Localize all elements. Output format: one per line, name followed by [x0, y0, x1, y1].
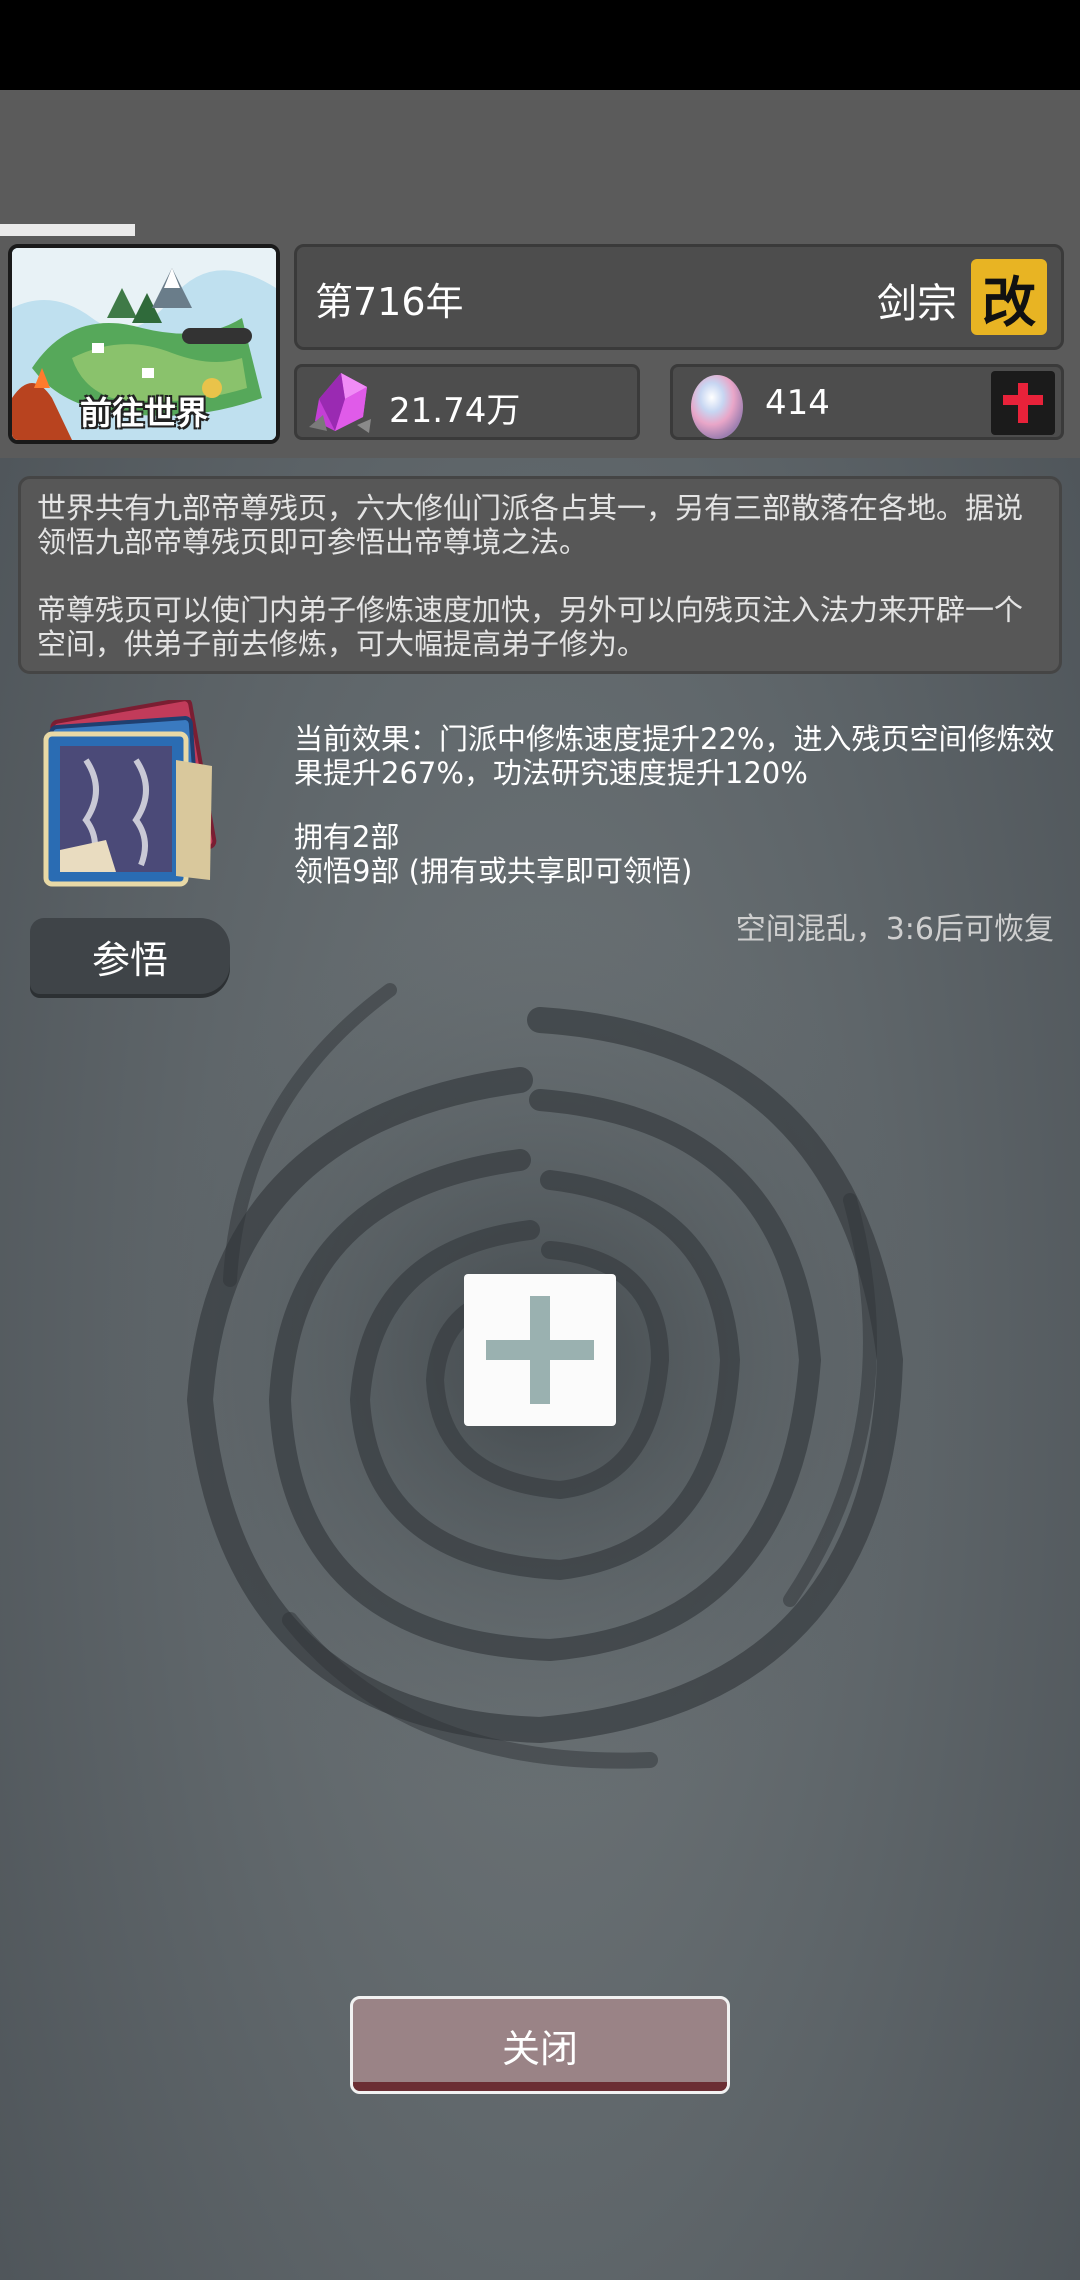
world-button-label: 前往世界 [79, 394, 208, 432]
spirit-stone-panel: 21.74万 [294, 364, 640, 440]
world-button[interactable]: 前往世界 [8, 244, 280, 444]
year-panel: 第716年 剑宗 改 [294, 244, 1064, 350]
spirit-egg-icon [681, 369, 753, 445]
current-effect-text: 当前效果：门派中修炼速度提升22%，进入残页空间修炼效果提升267%，功法研究速… [294, 722, 1055, 790]
rename-button[interactable]: 改 [971, 259, 1047, 335]
add-egg-button[interactable] [991, 371, 1055, 435]
close-button-strip [353, 2082, 727, 2091]
description-box: 世界共有九部帝尊残页，六大修仙门派各占其一，另有三部散落在各地。据说领悟九部帝尊… [18, 476, 1062, 674]
progress-fill [0, 224, 135, 236]
open-space-button[interactable] [464, 1274, 616, 1426]
year-text: 第716年 [315, 280, 464, 324]
progress-bar [0, 224, 1080, 236]
egg-panel: 414 [670, 364, 1064, 440]
status-bar [0, 0, 1080, 90]
own-count-text: 拥有2部 [294, 820, 400, 854]
spirit-stone-value: 21.74万 [389, 391, 521, 431]
description-paragraph-2: 帝尊残页可以使门内弟子修炼速度加快，另外可以向残页注入法力来开辟一个空间，供弟子… [37, 593, 1024, 661]
plus-icon [486, 1296, 594, 1404]
egg-value: 414 [765, 383, 830, 423]
description-paragraph-1: 世界共有九部帝尊残页，六大修仙门派各占其一，另有三部散落在各地。据说领悟九部帝尊… [37, 491, 1024, 559]
close-button[interactable]: 关闭 [350, 1996, 730, 2094]
red-plus-icon [1003, 383, 1043, 423]
comprehend-count-text: 领悟9部 (拥有或共享即可领悟) [294, 854, 693, 888]
purple-crystal-icon [305, 369, 377, 441]
sect-name: 剑宗 [877, 281, 957, 327]
scripture-books-icon [26, 697, 236, 904]
close-button-label: 关闭 [501, 2026, 578, 2071]
